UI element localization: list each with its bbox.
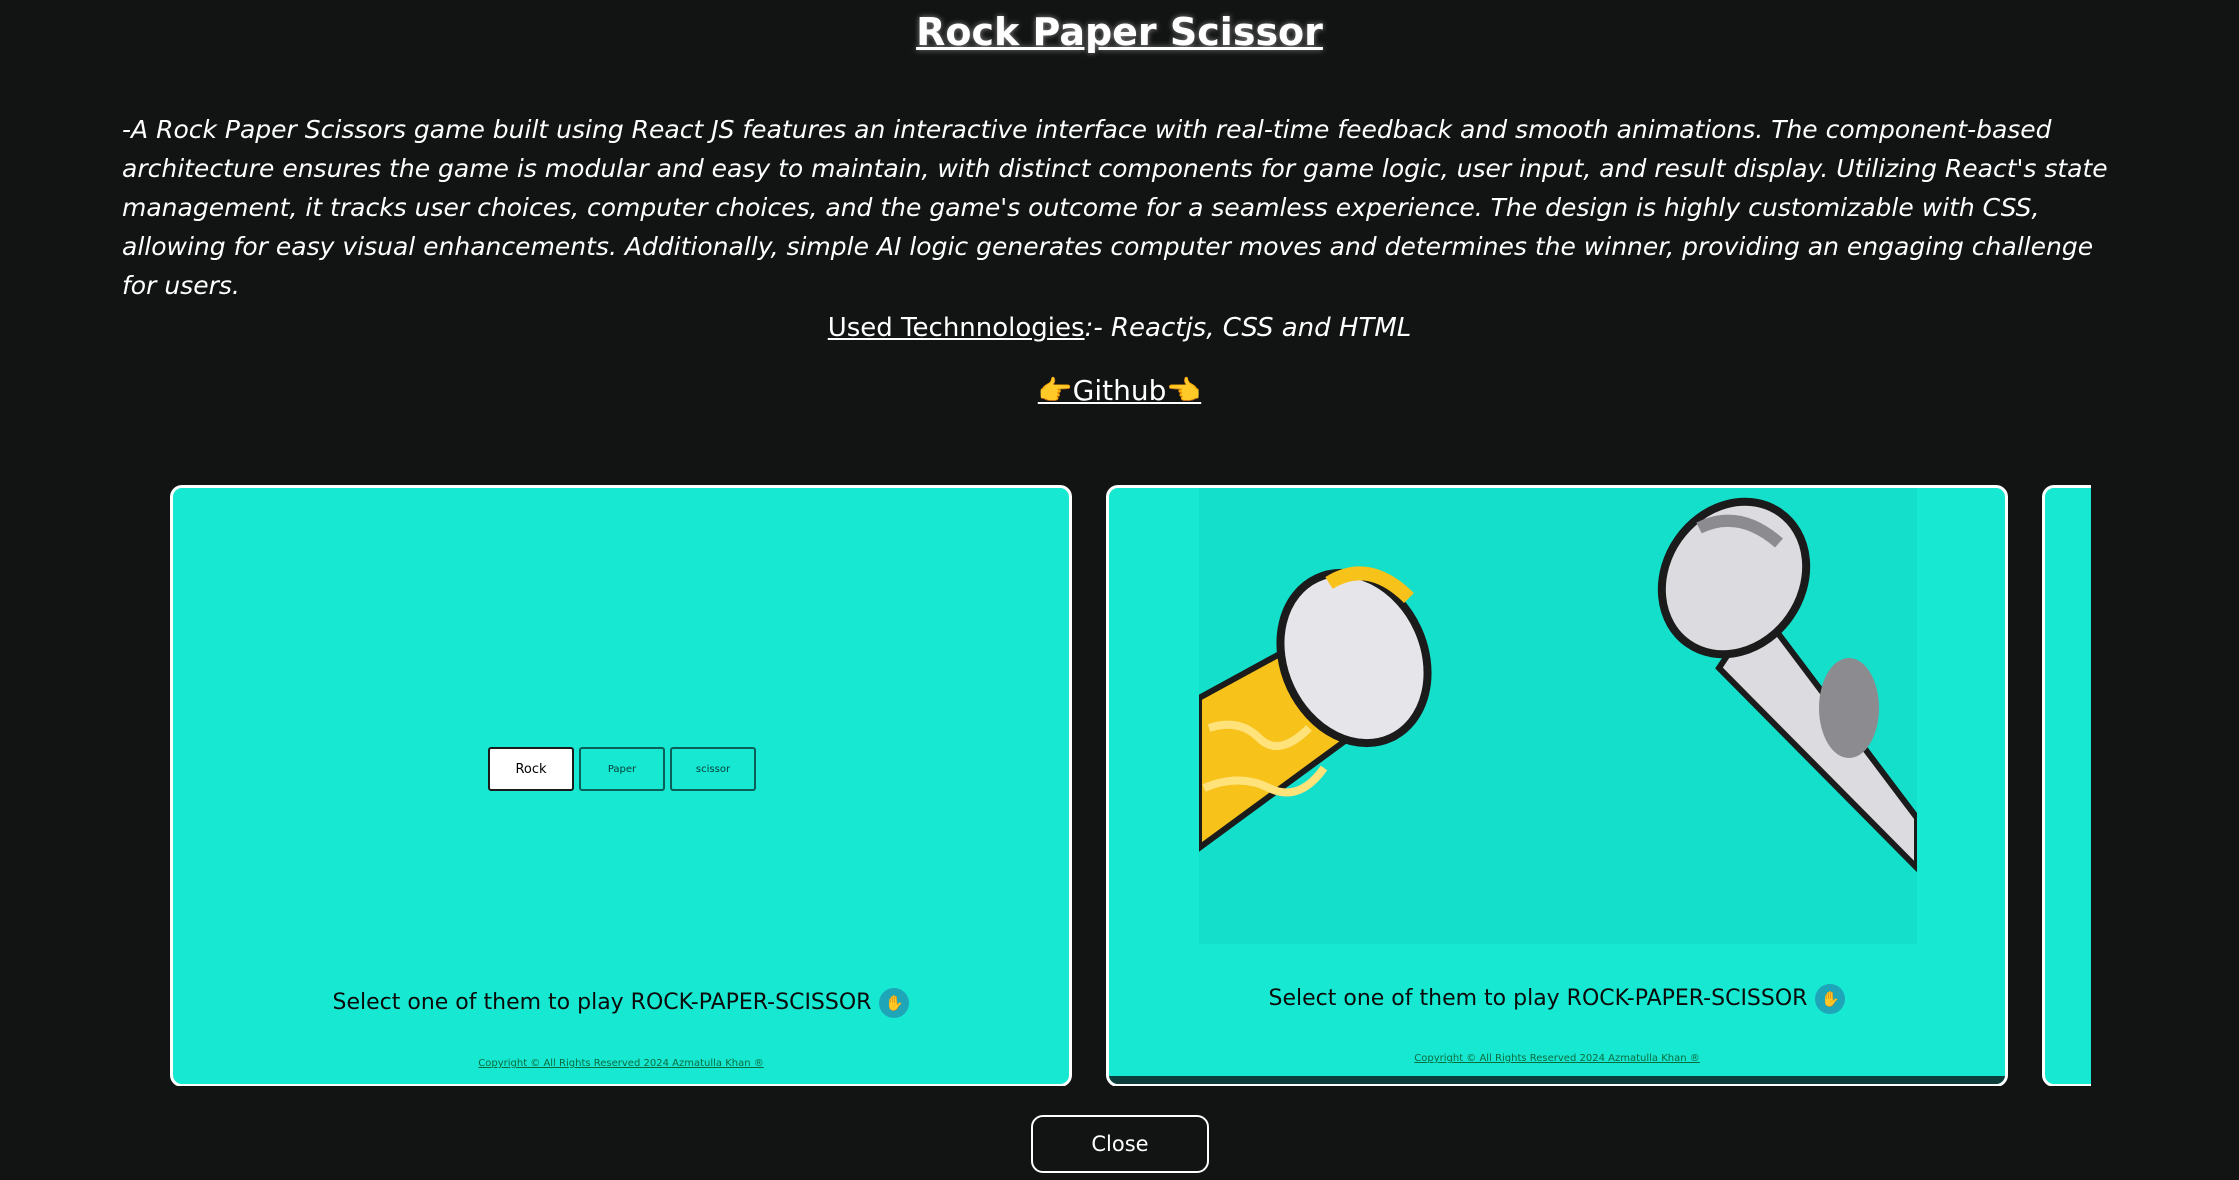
technologies-label: Used Technnologies	[827, 313, 1085, 343]
copyright-text: Copyright © All Rights Reserved 2024 Azm…	[1414, 1053, 1700, 1064]
technologies-value: :- Reactjs, CSS and HTML	[1084, 313, 1412, 343]
select-instruction: Select one of them to play ROCK-PAPER-SC…	[173, 988, 1069, 1018]
raised-hand-icon: ✋	[1815, 984, 1846, 1014]
github-link[interactable]: 👉Github👈	[1038, 374, 1201, 407]
raised-hand-icon: ✋	[879, 988, 910, 1018]
close-button[interactable]: Close	[1031, 1115, 1209, 1173]
technologies-line: Used Technnologies:- Reactjs, CSS and HT…	[0, 313, 2239, 343]
rock-button: Rock	[488, 747, 574, 791]
scissor-button: scissor	[670, 747, 756, 791]
select-instruction-text: Select one of them to play ROCK-PAPER-SC…	[1268, 986, 1808, 1011]
rock-paper-scissors-illustration	[1196, 488, 1920, 944]
carousel-slide-next[interactable]	[2042, 485, 2091, 1086]
select-instruction: Select one of them to play ROCK-PAPER-SC…	[1109, 984, 2005, 1014]
github-row: 👉Github👈	[0, 374, 2239, 407]
copyright-text: Copyright © All Rights Reserved 2024 Azm…	[478, 1058, 764, 1069]
screenshot-carousel[interactable]: Rock Paper scissor Select one of them to…	[170, 485, 2091, 1086]
page-title: Rock Paper Scissor	[916, 10, 1323, 54]
project-modal: Rock Paper Scissor -A Rock Paper Scissor…	[0, 0, 2239, 1180]
project-description: -A Rock Paper Scissors game built using …	[122, 115, 2108, 300]
choice-buttons: Rock Paper scissor	[488, 747, 756, 791]
slide-bottom-edge	[1109, 1076, 2005, 1084]
carousel-slide: Rock Paper scissor Select one of them to…	[170, 485, 1072, 1086]
select-instruction-text: Select one of them to play ROCK-PAPER-SC…	[332, 990, 872, 1015]
carousel-slide: Select one of them to play ROCK-PAPER-SC…	[1106, 485, 2008, 1086]
paper-button: Paper	[579, 747, 665, 791]
